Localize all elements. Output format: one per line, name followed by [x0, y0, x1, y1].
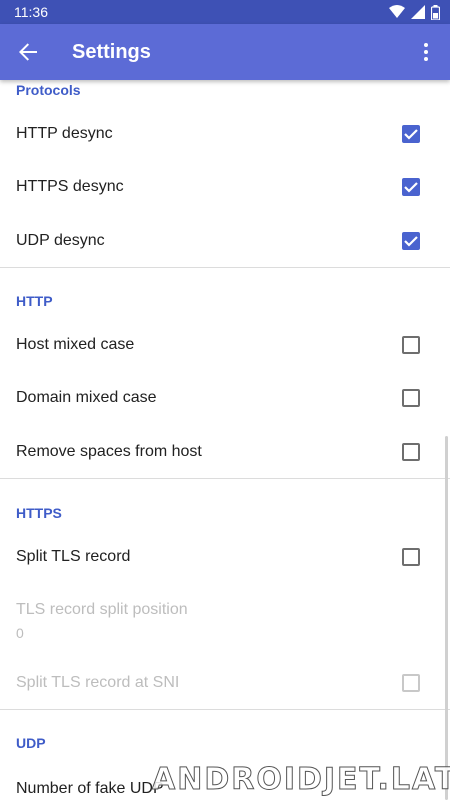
checkbox-https-desync[interactable]	[402, 177, 420, 196]
checkbox-split-tls-at-sni[interactable]	[402, 673, 420, 692]
checkbox-host-mixed-case[interactable]	[402, 335, 420, 354]
scrollbar[interactable]	[445, 436, 448, 800]
status-time: 11:36	[14, 4, 48, 20]
pref-host-mixed-case[interactable]: Host mixed case	[0, 318, 450, 371]
back-button[interactable]	[0, 24, 56, 80]
battery-icon	[431, 4, 440, 20]
section-header-udp: UDP	[16, 735, 46, 751]
pref-domain-mixed-case[interactable]: Domain mixed case	[0, 371, 450, 424]
arrow-back-icon	[19, 43, 37, 61]
page-title: Settings	[72, 40, 151, 63]
checkbox-remove-spaces-from-host[interactable]	[402, 442, 420, 461]
signal-icon	[411, 5, 425, 19]
pref-https-desync[interactable]: HTTPS desync	[0, 160, 450, 213]
pref-split-tls-at-sni[interactable]: Split TLS record at SNI	[0, 656, 450, 709]
pref-label: Number of fake UDP	[16, 779, 164, 797]
check-icon	[404, 128, 418, 140]
more-vert-icon	[424, 43, 428, 61]
watermark: ANDROIDJET.LAT	[152, 762, 450, 798]
checkbox-domain-mixed-case[interactable]	[402, 388, 420, 407]
status-bar: 11:36	[0, 0, 450, 24]
pref-tls-split-position[interactable]: TLS record split position 0	[0, 601, 450, 641]
more-options-button[interactable]	[402, 24, 450, 80]
checkbox-split-tls-record[interactable]	[402, 547, 420, 566]
pref-split-tls-record[interactable]: Split TLS record	[0, 530, 450, 583]
pref-label: HTTPS desync	[16, 177, 124, 195]
pref-label: Remove spaces from host	[16, 442, 202, 460]
app-bar: Settings	[0, 24, 450, 80]
check-icon	[404, 235, 418, 247]
section-divider	[0, 709, 450, 710]
pref-label: Domain mixed case	[16, 388, 157, 406]
check-icon	[404, 181, 418, 193]
pref-label: HTTP desync	[16, 124, 113, 142]
pref-remove-spaces-from-host[interactable]: Remove spaces from host	[0, 425, 450, 478]
checkbox-udp-desync[interactable]	[402, 231, 420, 250]
wifi-icon	[389, 5, 405, 18]
section-divider	[0, 478, 450, 479]
settings-list[interactable]: Protocols HTTP desync HTTPS desync UDP d…	[0, 80, 450, 800]
section-divider	[0, 267, 450, 268]
pref-label: Split TLS record at SNI	[16, 673, 180, 691]
status-icons	[389, 4, 440, 20]
pref-label: Split TLS record	[16, 547, 131, 565]
checkbox-http-desync[interactable]	[402, 124, 420, 143]
section-header-https: HTTPS	[16, 505, 62, 521]
section-header-protocols: Protocols	[16, 82, 81, 98]
pref-title: TLS record split position	[16, 601, 188, 618]
pref-label: Host mixed case	[16, 335, 135, 353]
pref-http-desync[interactable]: HTTP desync	[0, 107, 450, 160]
pref-label: UDP desync	[16, 231, 105, 249]
pref-udp-desync[interactable]: UDP desync	[0, 214, 450, 267]
section-header-http: HTTP	[16, 293, 53, 309]
pref-summary: 0	[16, 625, 24, 641]
